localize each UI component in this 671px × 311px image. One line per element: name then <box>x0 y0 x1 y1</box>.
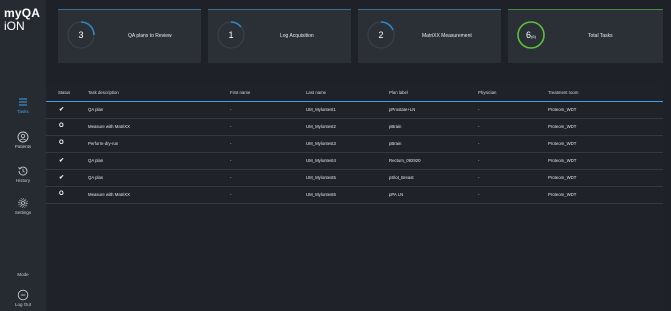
logout-icon <box>17 288 29 301</box>
sidebar-item-label: Tasks <box>17 109 29 114</box>
card-count: 6(6) <box>526 30 536 40</box>
task-description: Measure with MatriXX <box>88 124 131 129</box>
first-name: - <box>230 158 232 163</box>
card-matrixx-measurement[interactable]: 2 MatriXX Measurement <box>358 9 501 63</box>
first-name: - <box>230 141 232 146</box>
plan-label: Rectum_092920 <box>389 158 421 163</box>
sidebar-item-label: Settings <box>14 210 32 215</box>
table-header: Status Task description First name Last … <box>46 86 663 102</box>
card-label: Total Tasks <box>588 33 613 39</box>
last-name: UM_Mylontest1 <box>306 107 336 112</box>
treatment-room: Proteom_WDT <box>548 107 577 112</box>
sidebar-item-patients[interactable]: Patients <box>0 130 46 156</box>
first-name: - <box>230 175 232 180</box>
last-name: UM_Mylontest4 <box>306 158 336 163</box>
task-description: QA plan <box>88 107 104 112</box>
mode-label[interactable]: Mode <box>0 272 46 277</box>
card-label: Log Acquisition <box>280 33 314 39</box>
column-header-physician[interactable]: Physician <box>478 90 496 95</box>
column-header-plan-label[interactable]: Plan label <box>389 90 408 95</box>
physician: - <box>478 158 480 163</box>
history-icon <box>17 164 29 176</box>
sidebar-item-history[interactable]: History <box>0 164 46 190</box>
sidebar-item-label: Patients <box>14 144 32 149</box>
plan-label: pSlot_Breast <box>389 175 414 180</box>
column-header-first-name[interactable]: First name <box>230 90 250 95</box>
column-header-treatment-room[interactable]: Treatment room <box>548 90 578 95</box>
table-row[interactable]: O Measure with MatriXX - UM_Mylontest6 p… <box>46 187 663 204</box>
last-name: UM_Mylontest5 <box>306 175 336 180</box>
plan-label: pPA LN <box>389 192 404 197</box>
table-row[interactable]: O Measure with MatriXX - UM_Mylontest2 p… <box>46 119 663 136</box>
card-log-acquisition[interactable]: 1 Log Acquisition <box>208 9 351 63</box>
app-logo: myQA iON <box>4 6 41 33</box>
physician: - <box>478 175 480 180</box>
first-name: - <box>230 124 232 129</box>
physician: - <box>478 107 480 112</box>
tasks-table: Status Task description First name Last … <box>46 86 663 204</box>
status-icon: O <box>59 123 64 129</box>
list-icon <box>17 95 29 107</box>
card-count: 3 <box>78 30 84 40</box>
first-name: - <box>230 107 232 112</box>
plan-label: pBrain <box>389 124 402 129</box>
patients-icon <box>17 130 29 143</box>
sidebar-item-settings[interactable]: Settings <box>0 196 46 222</box>
treatment-room: Proteom_WDT <box>548 175 577 180</box>
status-icon: ✔ <box>59 107 65 113</box>
table-row[interactable]: ✔ QA plan - UM_Mylontest1 pProstate+LN -… <box>46 102 663 119</box>
status-icon: ✔ <box>59 158 65 164</box>
logout-label: Log Out <box>14 302 31 307</box>
physician: - <box>478 141 480 146</box>
task-description: Measure with MatriXX <box>88 192 131 197</box>
plan-label: pProstate+LN <box>389 107 416 112</box>
plan-label: pBrain <box>389 141 402 146</box>
physician: - <box>478 192 480 197</box>
status-icon: ✔ <box>59 175 65 181</box>
card-total-tasks[interactable]: 6(6) Total Tasks <box>508 9 663 63</box>
table-row[interactable]: ✔ QA plan - UM_Mylontest5 pSlot_Breast -… <box>46 170 663 187</box>
card-count: 1 <box>228 30 234 40</box>
table-row[interactable]: ✔ QA plan - UM_Mylontest4 Rectum_092920 … <box>46 153 663 170</box>
logout-button[interactable]: Log Out <box>0 288 46 311</box>
sidebar-item-tasks[interactable]: Tasks <box>0 95 46 121</box>
last-name: UM_Mylontest2 <box>306 124 336 129</box>
card-count: 2 <box>378 30 384 40</box>
treatment-room: Proteom_WDT <box>548 158 577 163</box>
status-icon: O <box>59 191 64 197</box>
physician: - <box>478 124 480 129</box>
sidebar: myQA iON Tasks Patients History Settings… <box>0 0 46 311</box>
gear-icon <box>17 196 29 208</box>
sidebar-item-label: History <box>15 178 30 183</box>
task-description: QA plan <box>88 158 104 163</box>
task-description: Perform-dry-run <box>88 141 119 146</box>
first-name: - <box>230 192 232 197</box>
table-row[interactable]: O Perform-dry-run - UM_Mylontest3 pBrain… <box>46 136 663 153</box>
status-icon: O <box>59 140 64 146</box>
treatment-room: Proteom_WDT <box>548 141 577 146</box>
treatment-room: Proteom_WDT <box>548 124 577 129</box>
last-name: UM_Mylontest6 <box>306 192 336 197</box>
last-name: UM_Mylontest3 <box>306 141 336 146</box>
column-header-status[interactable]: Status <box>58 90 70 95</box>
task-description: QA plan <box>88 175 104 180</box>
card-label: MatriXX Measurement <box>422 33 472 39</box>
column-header-task[interactable]: Task description <box>88 90 119 95</box>
column-header-last-name[interactable]: Last name <box>306 90 326 95</box>
app-window: myQA iON Tasks Patients History Settings… <box>0 0 671 311</box>
card-label: QA plans to Review <box>128 33 172 39</box>
card-qa-plans-to-review[interactable]: 3 QA plans to Review <box>58 9 201 63</box>
treatment-room: Proteom_WDT <box>548 192 577 197</box>
